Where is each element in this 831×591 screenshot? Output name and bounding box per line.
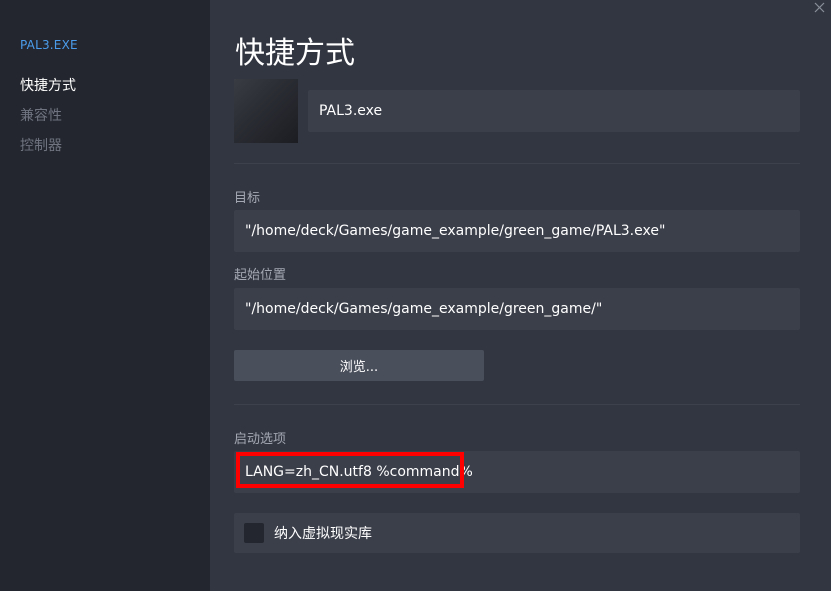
close-button[interactable]: [811, 0, 827, 16]
sidebar-item-shortcut[interactable]: 快捷方式: [20, 75, 76, 95]
target-label: 目标: [234, 191, 261, 206]
vr-library-label: 纳入虚拟现实库: [274, 526, 372, 542]
divider: [234, 404, 800, 405]
vr-library-checkbox[interactable]: [244, 523, 264, 543]
vr-library-toggle[interactable]: 纳入虚拟现实库: [234, 513, 800, 553]
browse-button[interactable]: 浏览...: [234, 350, 484, 381]
sidebar-item-controller[interactable]: 控制器: [20, 135, 62, 155]
main-panel: 快捷方式 PAL3.exe 目标 "/home/deck/Games/game_…: [210, 0, 831, 591]
divider: [234, 163, 800, 164]
target-field[interactable]: "/home/deck/Games/game_example/green_gam…: [234, 210, 800, 252]
sidebar-item-compatibility[interactable]: 兼容性: [20, 105, 62, 125]
start-in-field[interactable]: "/home/deck/Games/game_example/green_gam…: [234, 288, 800, 330]
close-icon: [814, 2, 825, 13]
properties-window: PAL3.EXE 快捷方式 兼容性 控制器 快捷方式 PAL3.exe 目标 "…: [0, 0, 831, 591]
start-in-label: 起始位置: [234, 268, 287, 283]
page-title: 快捷方式: [235, 36, 355, 71]
sidebar-game-title: PAL3.EXE: [20, 38, 78, 52]
launch-options-label: 启动选项: [234, 432, 287, 447]
sidebar: PAL3.EXE 快捷方式 兼容性 控制器: [0, 0, 210, 591]
shortcut-name-field[interactable]: PAL3.exe: [308, 90, 800, 132]
game-icon[interactable]: [234, 79, 298, 143]
launch-options-field[interactable]: LANG=zh_CN.utf8 %command%: [234, 451, 800, 493]
